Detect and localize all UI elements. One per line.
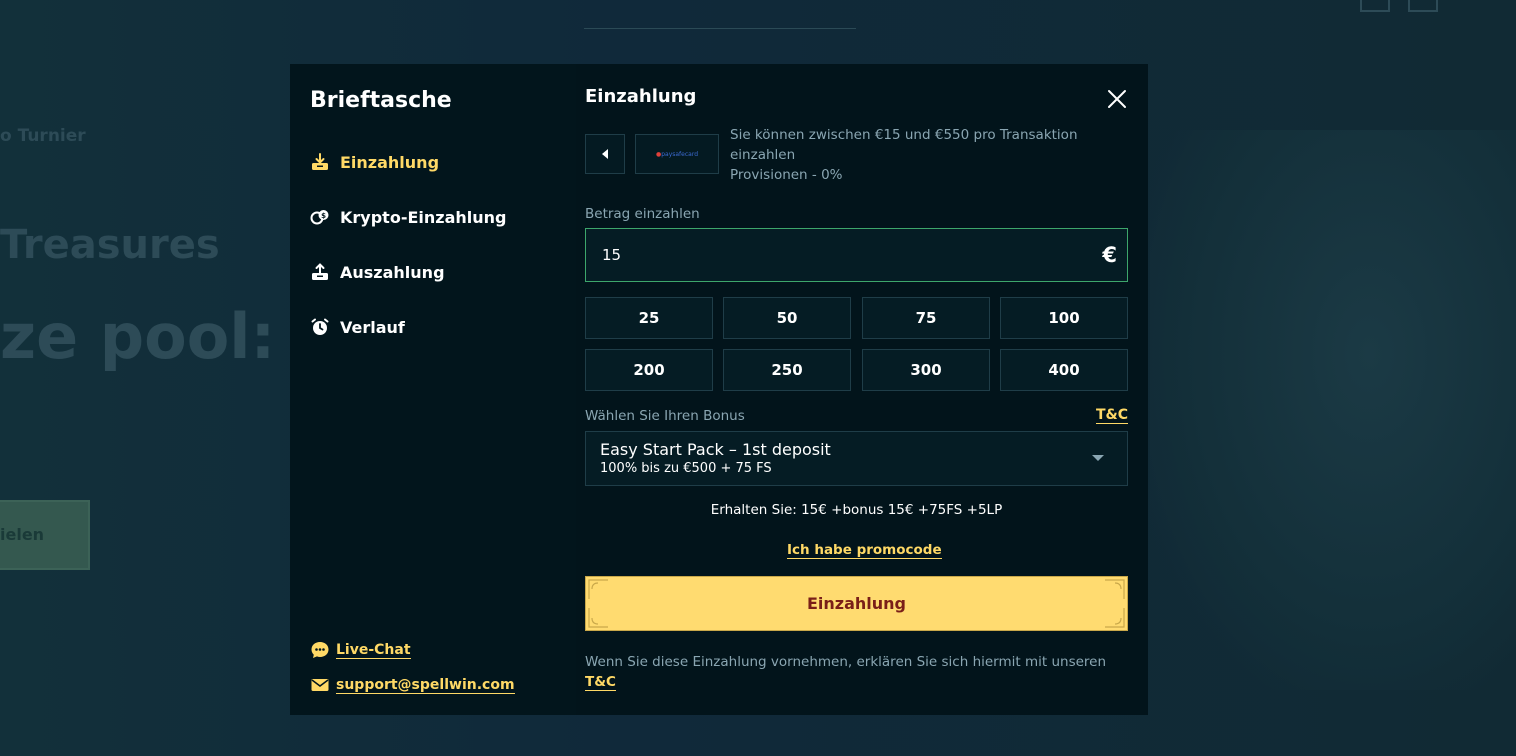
quick-amount-75[interactable]: 75: [862, 297, 990, 339]
withdraw-icon: [310, 262, 330, 282]
sidebar-title: Brieftasche: [310, 88, 452, 113]
quick-amount-50[interactable]: 50: [723, 297, 851, 339]
provider-prev-button[interactable]: [585, 134, 625, 174]
background-title: Treasures: [0, 222, 220, 268]
ornament-corner-icon: [1105, 579, 1125, 599]
support-email-label: support@spellwin.com: [336, 676, 515, 694]
sidebar-item-label: Auszahlung: [340, 262, 445, 282]
wallet-sidebar: Brieftasche Einzahlung $ Krypto-Einzahlu…: [290, 64, 576, 715]
background-corner-icon: [1408, 0, 1438, 12]
sidebar-item-label: Verlauf: [340, 317, 405, 337]
quick-amount-250[interactable]: 250: [723, 349, 851, 391]
deposit-icon: [310, 152, 330, 172]
sidebar-item-einzahlung[interactable]: Einzahlung: [310, 150, 439, 174]
bonus-description: 100% bis zu €500 + 75 FS: [600, 461, 772, 476]
quick-amount-200[interactable]: 200: [585, 349, 713, 391]
provider-info: Sie können zwischen €15 und €550 pro Tra…: [730, 125, 1090, 185]
envelope-icon: [310, 675, 330, 695]
amount-input[interactable]: 15 €: [585, 228, 1128, 282]
bonus-tc-link[interactable]: T&C: [1095, 407, 1128, 424]
sidebar-item-auszahlung[interactable]: Auszahlung: [310, 260, 445, 284]
chat-icon: [310, 640, 330, 660]
wallet-modal: Brieftasche Einzahlung $ Krypto-Einzahlu…: [290, 64, 1148, 715]
background-corner-icon: [1360, 0, 1390, 12]
close-button[interactable]: [1106, 88, 1128, 110]
sidebar-item-verlauf[interactable]: Verlauf: [310, 315, 405, 339]
disclaimer-tc-link[interactable]: T&C: [585, 674, 616, 691]
quick-amount-100[interactable]: 100: [1000, 297, 1128, 339]
ornament-corner-icon: [1105, 608, 1125, 628]
quick-amount-25[interactable]: 25: [585, 297, 713, 339]
receive-summary: Erhalten Sie: 15€ +bonus 15€ +75FS +5LP: [710, 502, 1003, 518]
live-chat-label: Live-Chat: [336, 641, 411, 659]
sidebar-item-label: Krypto-Einzahlung: [340, 207, 507, 227]
svg-text:$: $: [321, 212, 326, 220]
support-email-link[interactable]: support@spellwin.com: [310, 675, 515, 695]
provider-fee-text: Provisionen - 0%: [730, 167, 843, 183]
provider-paysafecard[interactable]: ●paysafecard: [635, 134, 719, 174]
background-play-label: ielen: [0, 525, 45, 544]
quick-amount-300[interactable]: 300: [862, 349, 990, 391]
panel-title: Einzahlung: [585, 86, 697, 107]
sidebar-item-label: Einzahlung: [340, 152, 440, 172]
bonus-name: Easy Start Pack – 1st deposit: [600, 440, 831, 459]
background-artwork: [1150, 130, 1516, 690]
deposit-submit-button[interactable]: Einzahlung: [585, 576, 1128, 631]
provider-logo: ●paysafecard: [655, 150, 699, 158]
alarm-clock-icon: [310, 317, 330, 337]
ornament-corner-icon: [588, 579, 608, 599]
amount-label: Betrag einzahlen: [585, 206, 700, 222]
bonus-select[interactable]: Easy Start Pack – 1st deposit 100% bis z…: [585, 431, 1128, 486]
disclaimer: Wenn Sie diese Einzahlung vornehmen, erk…: [585, 652, 1128, 692]
promocode-link[interactable]: Ich habe promocode: [787, 542, 942, 559]
provider-limits-text: Sie können zwischen €15 und €550 pro Tra…: [730, 127, 1078, 163]
caret-left-icon: [602, 149, 608, 159]
disclaimer-text: Wenn Sie diese Einzahlung vornehmen, erk…: [585, 654, 1107, 670]
sidebar-item-krypto-einzahlung[interactable]: $ Krypto-Einzahlung: [310, 205, 506, 229]
crypto-icon: $: [310, 207, 330, 227]
amount-value: 15: [602, 246, 622, 264]
live-chat-link[interactable]: Live-Chat: [310, 640, 411, 660]
chevron-down-icon: [1092, 455, 1104, 461]
deposit-panel: Einzahlung ●paysafecard Sie können zwisc…: [585, 64, 1128, 715]
background-turnier-text: o Turnier: [0, 126, 86, 146]
close-icon: [1108, 90, 1126, 108]
submit-label: Einzahlung: [806, 594, 907, 613]
quick-amount-400[interactable]: 400: [1000, 349, 1128, 391]
background-divider: [584, 28, 856, 29]
currency-symbol: €: [1102, 243, 1117, 267]
bonus-label: Wählen Sie Ihren Bonus: [585, 408, 745, 424]
ornament-corner-icon: [588, 608, 608, 628]
